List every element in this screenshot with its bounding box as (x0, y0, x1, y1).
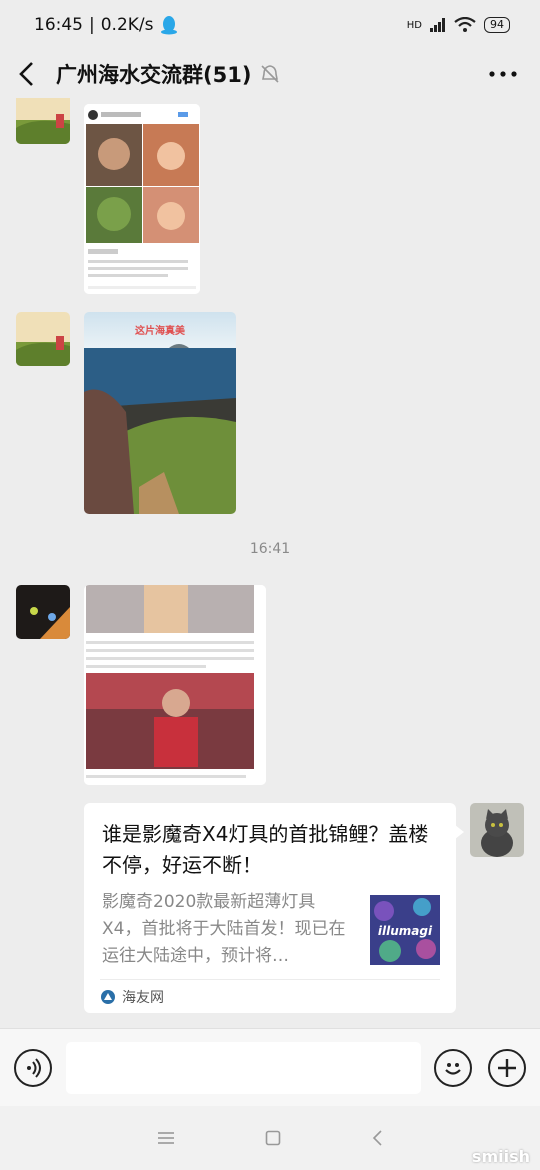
link-card-source: 海友网 (100, 979, 440, 1013)
emoji-icon[interactable] (434, 1048, 472, 1087)
status-speed: 0.2K/s (100, 15, 154, 35)
group-title: 广州海水交流群(51) (56, 63, 252, 87)
image-message-instagram[interactable] (84, 104, 200, 294)
status-bar: 16:45 | 0.2K/s HD 94 (0, 0, 540, 50)
sea-overlay-text: 这片海真美 (135, 326, 185, 337)
battery-indicator: 94 (484, 17, 510, 33)
avatar-cat[interactable] (16, 585, 70, 639)
plus-icon[interactable] (488, 1048, 526, 1087)
status-left: 16:45 | 0.2K/s (34, 15, 178, 35)
link-card-thumb-text: illumagi (378, 924, 433, 938)
home-square-icon[interactable] (265, 1130, 281, 1146)
chat-messages[interactable]: 这片海真美 16:41 谁是影魔奇X4灯具的首批锦鲤？盖楼不停，好运不断！ 影魔… (0, 98, 540, 1028)
input-actions (434, 1048, 526, 1087)
link-card-source-name: 海友网 (122, 989, 164, 1006)
message-input[interactable] (66, 1041, 421, 1094)
back-arrow-icon[interactable] (16, 61, 38, 87)
more-dots-icon[interactable] (488, 70, 518, 78)
image-message-sea[interactable]: 这片海真美 (84, 312, 236, 514)
wifi-icon (454, 17, 476, 32)
time-divider: 16:41 (249, 541, 291, 557)
avatar-landscape[interactable] (16, 312, 70, 366)
avatar-self-cat[interactable] (470, 803, 524, 857)
hd-badge: HD (406, 19, 422, 31)
avatar-landscape[interactable] (16, 98, 70, 144)
mute-bell-icon (261, 65, 279, 83)
link-card-thumbnail: illumagi (370, 895, 440, 965)
input-bar (0, 1028, 540, 1106)
menu-icon[interactable] (157, 1131, 175, 1145)
voice-icon[interactable] (14, 1048, 52, 1087)
link-card[interactable]: 谁是影魔奇X4灯具的首批锦鲤？盖楼不停，好运不断！ 影魔奇2020款最新超薄灯具… (84, 803, 464, 1013)
qq-penguin-icon (160, 16, 177, 35)
image-message-news[interactable] (84, 585, 266, 785)
status-time: 16:45 (34, 15, 83, 35)
link-card-body: 影魔奇2020款最新超薄灯具X4，首批将于大陆首发！现已在运往大陆途中，预计将…… (102, 889, 440, 970)
signal-icon (430, 18, 445, 32)
nav-back-icon[interactable] (371, 1130, 383, 1146)
chat-header: 广州海水交流群(51) (0, 50, 540, 98)
watermark: smiish (471, 1147, 530, 1166)
link-card-title: 谁是影魔奇X4灯具的首批锦鲤？盖楼不停，好运不断！ (102, 822, 429, 877)
source-logo-icon (101, 989, 115, 1004)
status-right: HD 94 (407, 17, 510, 33)
link-card-description: 影魔奇2020款最新超薄灯具X4，首批将于大陆首发！现已在运往大陆途中，预计将… (102, 892, 346, 966)
status-separator: | (89, 15, 95, 35)
system-nav-bar: smiish (0, 1106, 540, 1170)
